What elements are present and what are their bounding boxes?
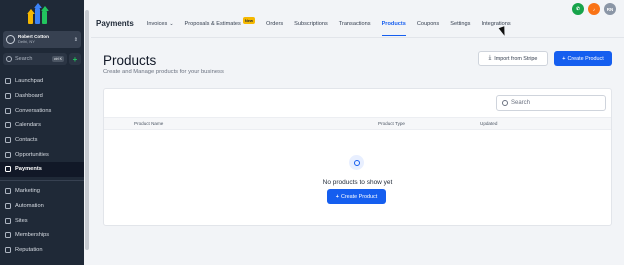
plus-icon: + [335,193,339,200]
payments-icon [5,166,11,173]
account-switcher[interactable]: Robert Cotton Delhi, NY ⇕ [3,31,81,48]
table-header: Product Name Product Type Updated [104,117,611,130]
chevron-down-icon: ⌄ [169,20,174,27]
sidebar-item-reputation[interactable]: Reputation [0,243,84,258]
phone-icon[interactable]: ✆ [572,3,584,15]
sidebar-item-label: Payments [15,166,42,173]
sidebar-item-label: Conversations [15,107,52,114]
avatar[interactable]: RN [604,3,616,15]
import-button-label: Import from Stripe [494,55,538,62]
tab-label: Integrations [481,20,511,27]
tab-invoices[interactable]: Invoices ⌄ [147,10,174,37]
tab-label: Transactions [338,20,371,27]
account-location: Delhi, NY [18,39,35,45]
tab-settings[interactable]: Settings [450,10,470,37]
column-header-product-type[interactable]: Product Type [378,121,405,126]
products-table-card: Search Product Name Product Type Updated… [103,88,612,226]
plus-icon: + [562,55,566,62]
sidebar-item-label: Dashboard [15,93,43,100]
tab-orders[interactable]: Orders [266,10,283,37]
header-actions: ✆ ♪ RN [572,3,616,15]
table-search-placeholder: Search [511,100,531,106]
tab-label: Proposals & Estimates [184,20,241,27]
section-title: Payments [96,19,134,28]
calendar-icon [5,122,11,129]
empty-state-search-icon [349,155,364,170]
memberships-icon [5,232,11,239]
column-header-product-name[interactable]: Product Name [134,121,163,126]
sidebar-item-sites[interactable]: Sites [0,213,84,228]
app-logo-icon [27,3,50,24]
tab-proposals-estimates[interactable]: Proposals & Estimates New [185,10,256,37]
sidebar-item-calendars[interactable]: Calendars [0,118,84,133]
empty-create-product-button[interactable]: + Create Product [327,189,386,204]
sidebar-item-label: Launchpad [15,78,44,85]
sidebar-divider [0,179,84,181]
column-header-updated[interactable]: Updated [480,121,497,126]
tab-coupons[interactable]: Coupons [417,10,439,37]
tab-label: Settings [450,20,471,27]
quick-add-button[interactable]: + [69,53,81,65]
sidebar-item-opportunities[interactable]: Opportunities [0,147,84,162]
sidebar-item-label: Reputation [15,246,43,253]
sidebar-item-launchpad[interactable]: Launchpad [0,74,84,89]
main-content: Products Create and Manage products for … [91,37,624,265]
sidebar-item-contacts[interactable]: Contacts [0,133,84,148]
sidebar-item-label: Memberships [15,232,50,239]
sidebar-item-label: Opportunities [15,151,49,158]
sidebar-scrollbar[interactable] [85,10,89,250]
tab-label: Products [381,20,406,27]
sidebar-item-memberships[interactable]: Memberships [0,228,84,243]
sidebar-search-placeholder: Search [15,56,33,62]
opportunities-icon [5,151,11,158]
chat-icon [5,107,11,114]
search-shortcut: ctrl K [51,56,64,62]
empty-state-text: No products to show yet [322,179,393,186]
search-icon [502,100,508,106]
create-button-label: Create Product [340,193,378,200]
notification-bell-icon[interactable]: ♪ [588,3,600,15]
create-product-button[interactable]: + Create Product [554,51,612,66]
header-divider [91,37,624,38]
tab-label: Invoices [146,20,168,27]
download-icon: ⤓ [488,55,492,61]
tab-label: Coupons [416,20,440,27]
sidebar-item-automation[interactable]: Automation [0,199,84,214]
sidebar-item-dashboard[interactable]: Dashboard [0,89,84,104]
tab-transactions[interactable]: Transactions [339,10,371,37]
dashboard-icon [5,93,11,100]
tab-subscriptions[interactable]: Subscriptions [294,10,328,37]
sidebar-item-marketing[interactable]: Marketing [0,184,84,199]
automation-icon [5,202,11,209]
table-search-input[interactable]: Search [496,95,606,111]
create-button-label: Create Product [567,55,604,62]
new-badge: New [242,17,256,24]
page-subtitle: Create and Manage products for your busi… [103,69,224,75]
top-navigation: Payments Invoices ⌄ Proposals & Estimates… [91,10,624,37]
page-title: Products [103,53,157,68]
sidebar-item-conversations[interactable]: Conversations [0,103,84,118]
search-icon [6,56,12,62]
sidebar-item-label: Sites [15,217,28,224]
tab-label: Orders [266,20,284,27]
sites-icon [5,217,11,224]
contacts-icon [5,137,11,144]
sidebar-item-label: Calendars [15,122,41,129]
import-from-stripe-button[interactable]: ⤓ Import from Stripe [478,51,548,66]
marketing-icon [5,188,11,195]
sidebar-nav: Launchpad Dashboard Conversations Calend… [0,74,84,257]
reputation-icon [5,246,11,253]
sidebar-item-payments[interactable]: Payments [0,162,84,177]
sidebar-item-label: Automation [15,202,44,209]
rocket-icon [5,78,11,85]
tab-label: Subscriptions [294,20,328,27]
tab-products[interactable]: Products [381,10,407,37]
sidebar-item-label: Contacts [15,137,38,144]
sidebar-search[interactable]: Search ctrl K [3,53,67,65]
switch-icon: ⇕ [73,36,78,43]
sidebar: Robert Cotton Delhi, NY ⇕ Search ctrl K … [0,0,84,265]
location-icon [6,35,15,44]
sidebar-item-label: Marketing [15,188,40,195]
